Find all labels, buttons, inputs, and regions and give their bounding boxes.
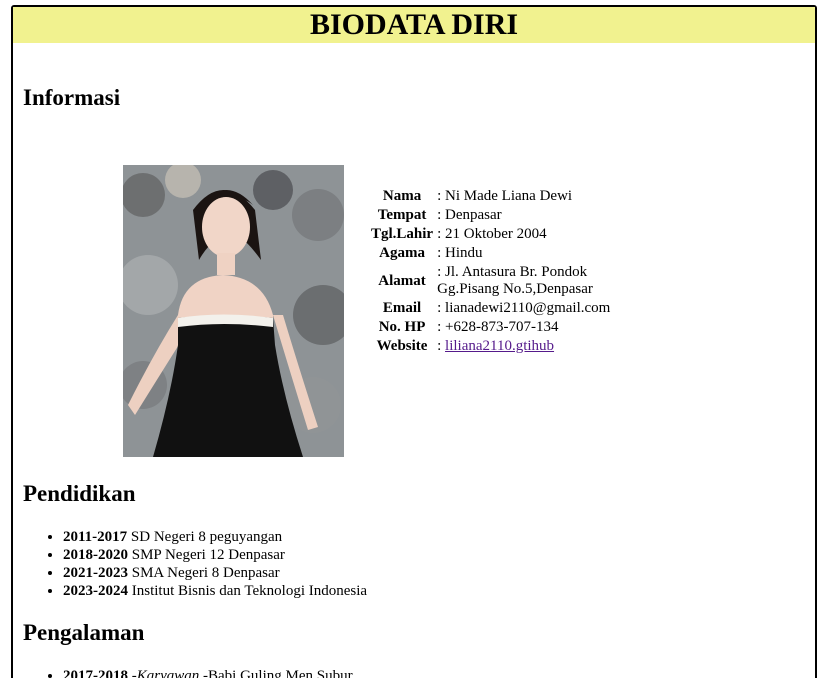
experience-sep: - — [128, 668, 137, 678]
education-text: SD Negeri 8 peguyangan — [127, 529, 283, 545]
education-text: SMP Negeri 12 Denpasar — [128, 547, 285, 563]
profile-key: Email — [382, 300, 422, 316]
experience-role: Karyawan — [136, 668, 200, 678]
education-years: 2023-2024 — [63, 583, 128, 599]
profile-photo — [123, 165, 344, 457]
education-list: 2011-2017 SD Negeri 8 peguyangan 2018-20… — [23, 528, 367, 600]
list-item: 2021-2023 SMA Negeri 8 Denpasar — [63, 564, 367, 582]
profile-value: : Hindu — [437, 245, 483, 261]
profile-row: Nama : Ni Made Liana Dewi — [370, 187, 614, 206]
profile-row: Agama : Hindu — [370, 244, 614, 263]
experience-list: 2017-2018 -Karyawan -Babi Guling Men Sub… — [23, 667, 353, 678]
profile-value: : +628-873-707-134 — [437, 319, 559, 335]
profile-row: Alamat : Jl. Antasura Br. Pondok Gg.Pisa… — [370, 263, 614, 299]
profile-row: Tgl.Lahir : 21 Oktober 2004 — [370, 225, 614, 244]
profile-key: Nama — [382, 188, 422, 204]
section-title-pengalaman: Pengalaman — [23, 620, 145, 645]
profile-row: No. HP : +628-873-707-134 — [370, 318, 614, 337]
education-text: SMA Negeri 8 Denpasar — [128, 565, 280, 581]
experience-years: 2017-2018 — [63, 668, 128, 678]
profile-value: : Denpasar — [437, 207, 502, 223]
list-item: 2011-2017 SD Negeri 8 peguyangan — [63, 528, 367, 546]
education-years: 2021-2023 — [63, 565, 128, 581]
profile-value: : Ni Made Liana Dewi — [437, 188, 573, 204]
section-title-pendidikan: Pendidikan — [23, 481, 136, 506]
list-item: 2023-2024 Institut Bisnis dan Teknologi … — [63, 582, 367, 600]
profile-row: Email : lianadewi2110@gmail.com — [370, 299, 614, 318]
profile-table: Nama : Ni Made Liana Dewi Tempat : Denpa… — [370, 187, 614, 356]
education-years: 2011-2017 — [63, 529, 128, 545]
profile-value: : Jl. Antasura Br. Pondok Gg.Pisang No.5… — [437, 264, 593, 297]
profile-key: Website — [376, 338, 428, 354]
education-years: 2018-2020 — [63, 547, 128, 563]
website-link[interactable]: liliana2110.gtihub — [445, 338, 554, 354]
website-prefix: : — [437, 338, 446, 354]
profile-value: : lianadewi2110@gmail.com — [437, 300, 611, 316]
profile-key: Agama — [379, 245, 425, 261]
profile-key: No. HP — [378, 319, 426, 335]
list-item: 2017-2018 -Karyawan -Babi Guling Men Sub… — [63, 667, 353, 678]
profile-row: Website : liliana2110.gtihub — [370, 337, 614, 356]
page-title: BIODATA DIRI — [13, 7, 815, 43]
profile-key: Tempat — [377, 207, 427, 223]
profile-row: Tempat : Denpasar — [370, 206, 614, 225]
profile-value: : liliana2110.gtihub — [436, 337, 614, 356]
education-text: Institut Bisnis dan Teknologi Indonesia — [128, 583, 368, 599]
section-title-informasi: Informasi — [23, 85, 121, 110]
profile-value: : 21 Oktober 2004 — [437, 226, 547, 242]
experience-text: -Babi Guling Men Subur — [199, 668, 353, 678]
profile-key: Tgl.Lahir — [371, 226, 434, 242]
page-frame: BIODATA DIRI Informasi Nama: Ni Made Li… — [11, 5, 817, 678]
list-item: 2018-2020 SMP Negeri 12 Denpasar — [63, 546, 367, 564]
profile-key: Alamat — [378, 272, 426, 289]
